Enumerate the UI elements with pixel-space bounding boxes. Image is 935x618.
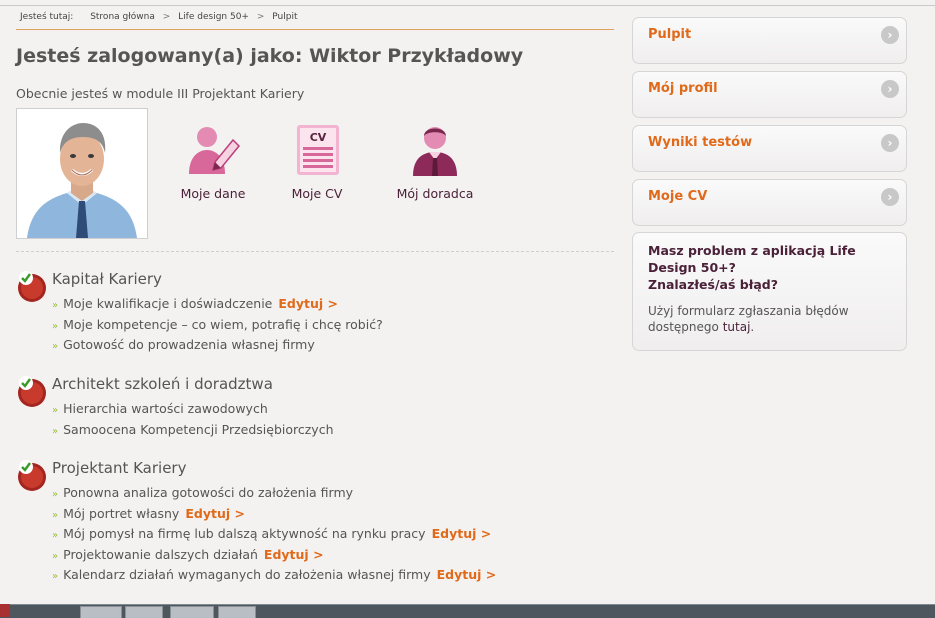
help-box: Masz problem z aplikacją Life Design 50+… bbox=[632, 232, 907, 351]
completed-check-icon bbox=[18, 376, 46, 407]
advisor-icon bbox=[407, 122, 463, 178]
breadcrumb-separator: > bbox=[256, 12, 265, 22]
quick-link-label: Moje CV bbox=[291, 186, 343, 201]
item-text[interactable]: Hierarchia wartości zawodowych bbox=[63, 401, 268, 416]
bullet-icon: » bbox=[52, 571, 59, 582]
bullet-icon: » bbox=[52, 550, 59, 562]
section-items: » Moje kwalifikacje i doświadczenie Edytuj… bbox=[52, 296, 383, 358]
taskbar-edge bbox=[0, 604, 10, 617]
section-title: Architekt szkoleń i doradztwa bbox=[52, 375, 273, 393]
help-text: Użyj formularz zgłaszania błędów dostępn… bbox=[648, 303, 888, 335]
help-title-line: Masz problem z aplikacją Life Design 50+… bbox=[648, 243, 856, 275]
svg-text:CV: CV bbox=[310, 131, 327, 144]
section-divider bbox=[16, 251, 614, 252]
item-text[interactable]: Ponowna analiza gotowości do założenia f… bbox=[63, 485, 353, 500]
item-text[interactable]: Mój pomysł na firmę lub dalszą aktywność… bbox=[63, 526, 425, 541]
list-item: » Mój portret własny Edytuj > bbox=[52, 506, 496, 527]
sidebar-item-test-results[interactable]: Wyniki testów › bbox=[632, 125, 907, 172]
avatar bbox=[16, 108, 148, 239]
breadcrumb-divider bbox=[16, 29, 614, 30]
help-title: Masz problem z aplikacją Life Design 50+… bbox=[648, 242, 888, 293]
arrow-right-icon: › bbox=[881, 80, 899, 98]
list-item: » Kalendarz działań wymaganych do założen… bbox=[52, 567, 496, 588]
quick-link-my-advisor[interactable]: Mój doradca bbox=[380, 122, 490, 201]
sidebar-item-my-profile[interactable]: Mój profil › bbox=[632, 71, 907, 118]
list-item: » Moje kompetencje – co wiem, potrafię i … bbox=[52, 317, 383, 338]
taskbar-button[interactable] bbox=[125, 606, 163, 618]
section-title: Projektant Kariery bbox=[52, 459, 187, 477]
edit-link[interactable]: Edytuj > bbox=[437, 567, 497, 582]
bullet-icon: » bbox=[52, 405, 59, 416]
list-item: » Ponowna analiza gotowości do założenia … bbox=[52, 485, 496, 506]
completed-check-icon bbox=[18, 271, 46, 302]
bullet-icon: » bbox=[52, 489, 59, 500]
top-border bbox=[0, 5, 935, 6]
breadcrumb-item-current: Pulpit bbox=[272, 12, 298, 22]
edit-link[interactable]: Edytuj > bbox=[185, 506, 245, 521]
list-item: » Mój pomysł na firmę lub dalszą aktywnoś… bbox=[52, 526, 496, 547]
report-bug-link[interactable]: tutaj bbox=[723, 320, 751, 334]
module-info: Obecnie jesteś w module III Projektant K… bbox=[16, 86, 305, 101]
item-text[interactable]: Gotowość do prowadzenia własnej firmy bbox=[63, 337, 315, 352]
taskbar-button[interactable] bbox=[218, 606, 256, 618]
list-item: » Samoocena Kompetencji Przedsiębiorczych bbox=[52, 422, 334, 443]
item-text[interactable]: Kalendarz działań wymaganych do założeni… bbox=[63, 567, 431, 582]
arrow-right-icon: › bbox=[881, 26, 899, 44]
edit-link[interactable]: Edytuj > bbox=[264, 547, 324, 562]
section-items: » Ponowna analiza gotowości do założenia … bbox=[52, 485, 496, 588]
quick-link-label: Mój doradca bbox=[396, 186, 474, 201]
sidebar-item-my-cv[interactable]: Moje CV › bbox=[632, 179, 907, 226]
breadcrumb-item-home[interactable]: Strona główna bbox=[90, 12, 155, 22]
item-text[interactable]: Mój portret własny bbox=[63, 506, 179, 521]
list-item: » Moje kwalifikacje i doświadczenie Edytuj… bbox=[52, 296, 383, 317]
bullet-icon: » bbox=[52, 300, 59, 311]
completed-check-icon bbox=[18, 460, 46, 491]
bullet-icon: » bbox=[52, 341, 59, 352]
sidebar-item-label: Pulpit bbox=[648, 27, 692, 42]
bullet-icon: » bbox=[52, 320, 59, 332]
edit-link[interactable]: Edytuj > bbox=[432, 526, 492, 541]
cv-document-icon: CV bbox=[289, 122, 345, 178]
breadcrumb-item-life-design[interactable]: Life design 50+ bbox=[178, 12, 249, 22]
sidebar-item-label: Wyniki testów bbox=[648, 135, 753, 150]
section-title: Kapitał Kariery bbox=[52, 270, 162, 288]
sidebar-item-pulpit[interactable]: Pulpit › bbox=[632, 17, 907, 64]
arrow-right-icon: › bbox=[881, 188, 899, 206]
bullet-icon: » bbox=[52, 530, 59, 541]
quick-link-my-data[interactable]: Moje dane bbox=[158, 122, 268, 201]
breadcrumb: Jesteś tutaj: Strona główna > Life desig… bbox=[20, 12, 297, 22]
bullet-icon: » bbox=[52, 425, 59, 437]
item-text[interactable]: Moje kwalifikacje i doświadczenie bbox=[63, 296, 272, 311]
section-items: » Hierarchia wartości zawodowych » Samooce… bbox=[52, 401, 334, 442]
sidebar-item-label: Moje CV bbox=[648, 189, 708, 204]
list-item: » Gotowość do prowadzenia własnej firmy bbox=[52, 337, 383, 358]
help-text-end: . bbox=[750, 320, 755, 334]
item-text[interactable]: Moje kompetencje – co wiem, potrafię i c… bbox=[63, 317, 383, 332]
list-item: » Projektowanie dalszych działań Edytuj > bbox=[52, 547, 496, 568]
taskbar-button[interactable] bbox=[80, 606, 122, 618]
user-photo bbox=[17, 109, 147, 238]
item-text[interactable]: Samoocena Kompetencji Przedsiębiorczych bbox=[63, 422, 333, 437]
list-item: » Hierarchia wartości zawodowych bbox=[52, 401, 334, 422]
sidebar-item-label: Mój profil bbox=[648, 81, 718, 96]
breadcrumb-separator: > bbox=[162, 12, 171, 22]
bullet-icon: » bbox=[52, 509, 59, 521]
breadcrumb-label: Jesteś tutaj: bbox=[20, 12, 74, 22]
taskbar-button[interactable] bbox=[170, 606, 214, 618]
quick-link-label: Moje dane bbox=[180, 186, 246, 201]
quick-link-my-cv[interactable]: CV Moje CV bbox=[262, 122, 372, 201]
help-title-line: Znalazłeś/aś błąd? bbox=[648, 277, 778, 292]
item-text[interactable]: Projektowanie dalszych działań bbox=[63, 547, 258, 562]
user-edit-icon bbox=[185, 122, 241, 178]
arrow-right-icon: › bbox=[881, 134, 899, 152]
page-title: Jesteś zalogowany(a) jako: Wiktor Przykł… bbox=[16, 45, 524, 67]
edit-link[interactable]: Edytuj > bbox=[278, 296, 338, 311]
